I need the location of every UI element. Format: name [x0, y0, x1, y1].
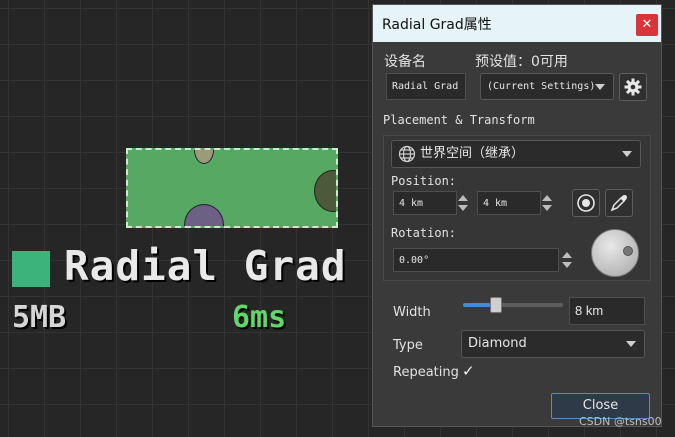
position-y-input[interactable]: 4 km	[477, 191, 541, 215]
globe-icon	[398, 145, 416, 163]
preview-blob	[314, 170, 336, 212]
space-selected: 世界空间（继承）	[420, 146, 525, 161]
device-name-input[interactable]: Radial Grad	[386, 73, 466, 100]
eyedropper-icon	[610, 195, 627, 212]
rotation-label: Rotation:	[391, 226, 457, 240]
type-selected: Diamond	[468, 336, 527, 351]
rotation-stepper[interactable]	[559, 248, 575, 272]
position-x-stepper[interactable]	[455, 191, 471, 215]
preview-blob	[184, 204, 224, 226]
chevron-down-icon	[622, 151, 632, 157]
placement-section-label: Placement & Transform	[383, 113, 535, 127]
position-y-stepper[interactable]	[539, 191, 555, 215]
space-dropdown[interactable]: 世界空间（继承）	[391, 140, 641, 168]
gear-icon	[624, 78, 642, 96]
node-render-time: 6ms	[232, 300, 287, 335]
pick-button[interactable]	[605, 189, 633, 217]
preset-dropdown[interactable]: (Current Settings)	[480, 73, 614, 100]
device-name-label: 设备名	[384, 54, 426, 70]
chevron-down-icon	[626, 341, 636, 347]
rotation-input[interactable]: 0.00°	[393, 248, 559, 272]
width-slider[interactable]	[463, 303, 563, 307]
dialog-titlebar[interactable]: Radial Grad属性 ✕	[373, 5, 661, 42]
width-label: Width	[393, 305, 431, 320]
node-color-swatch	[12, 251, 50, 287]
preset-label: 预设值：0可用	[475, 54, 568, 70]
repeating-checkbox[interactable]: ✓	[462, 362, 475, 380]
node-preview[interactable]	[126, 148, 338, 228]
knob-indicator	[623, 246, 633, 256]
width-input[interactable]: 8 km	[569, 297, 645, 325]
node-memory-size: 5MB	[12, 300, 67, 335]
position-label: Position:	[391, 174, 457, 188]
dialog-title: Radial Grad属性	[382, 17, 492, 33]
rotation-knob[interactable]	[591, 229, 639, 277]
position-x-input[interactable]: 4 km	[393, 191, 457, 215]
target-button[interactable]	[572, 189, 600, 217]
chevron-down-icon	[595, 83, 605, 90]
type-label: Type	[393, 338, 423, 353]
node-title: Radial Grad	[64, 242, 347, 290]
watermark: CSDN @tsns00	[579, 415, 662, 428]
width-slider-thumb[interactable]	[490, 297, 502, 313]
properties-dialog: Radial Grad属性 ✕ 设备名 预设值：0可用 Radial Grad …	[372, 4, 662, 427]
preset-selected: (Current Settings)	[487, 81, 596, 92]
repeating-label: Repeating	[393, 365, 459, 380]
close-icon[interactable]: ✕	[636, 14, 658, 36]
target-icon	[577, 194, 595, 212]
preview-blob	[194, 150, 214, 164]
preset-settings-button[interactable]	[619, 73, 647, 101]
type-dropdown[interactable]: Diamond	[461, 330, 645, 358]
